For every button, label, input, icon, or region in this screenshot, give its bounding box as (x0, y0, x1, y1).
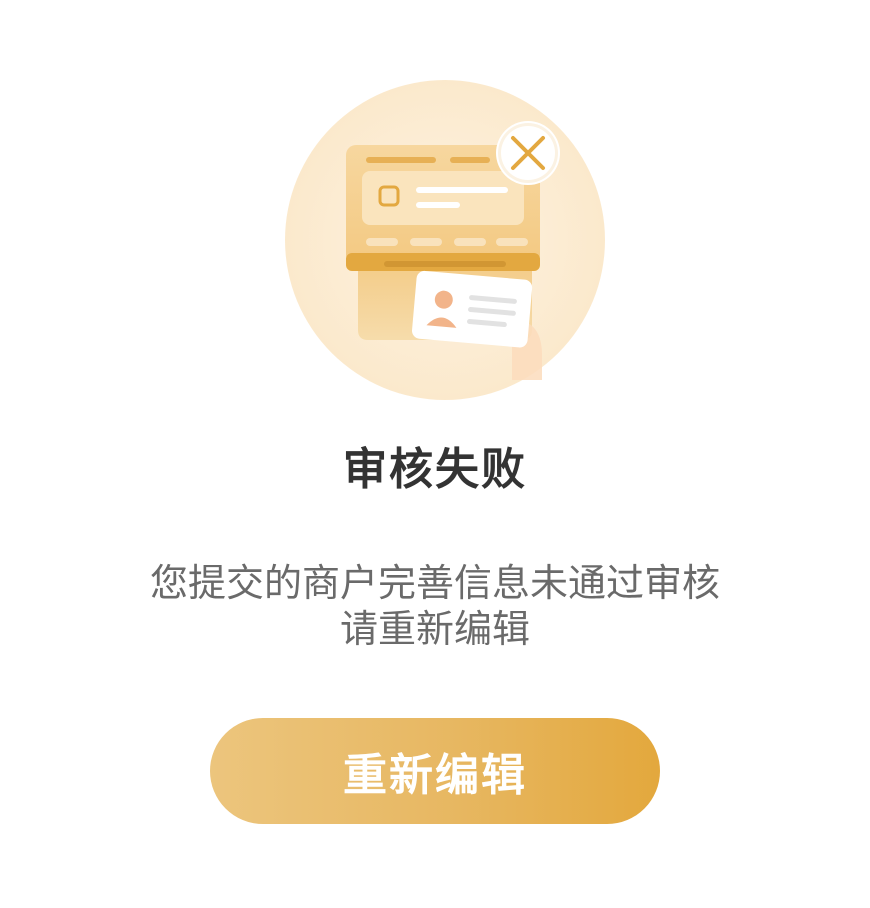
review-failed-illustration (285, 80, 605, 400)
status-title: 审核失败 (343, 444, 527, 495)
close-icon (496, 121, 560, 185)
status-description-line-2: 请重新编辑 (339, 607, 530, 651)
status-description: 您提交的商户完善信息未通过审核 请重新编辑 (0, 560, 870, 652)
review-failed-page: 审核失败 您提交的商户完善信息未通过审核 请重新编辑 重新编辑 (0, 0, 870, 908)
status-description-line-1: 您提交的商户完善信息未通过审核 (149, 561, 720, 605)
edit-again-button[interactable]: 重新编辑 (210, 718, 660, 824)
